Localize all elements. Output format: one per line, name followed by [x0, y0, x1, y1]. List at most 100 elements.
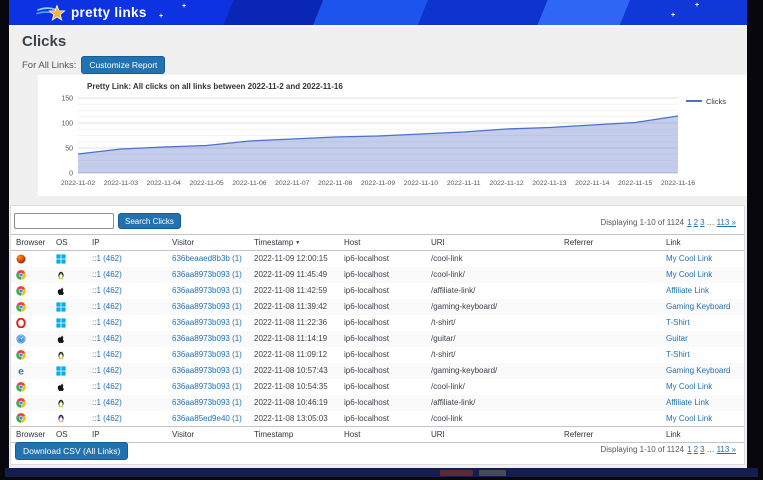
last-page-link[interactable]: 113 »: [717, 218, 736, 227]
ip-link[interactable]: ::1 (462): [92, 398, 122, 407]
cell-os: [51, 267, 87, 283]
cell-visitor: 636aa8973b093 (1): [167, 379, 249, 395]
svg-text:100: 100: [61, 121, 73, 128]
svg-text:2022-11-03: 2022-11-03: [104, 180, 138, 187]
cell-browser: [11, 347, 51, 363]
column-header-os: OS: [51, 235, 87, 251]
table-row: ::1 (462)636aa8973b093 (1)2022-11-08 10:…: [11, 379, 744, 395]
visitor-link[interactable]: 636aa8973b093 (1): [172, 366, 242, 375]
column-header-visitor: Visitor: [167, 427, 249, 443]
pagination-bottom: Displaying 1-10 of 1124 123…113 »: [601, 445, 738, 454]
cell-visitor: 636aa8973b093 (1): [167, 283, 249, 299]
cell-visitor: 636aa8973b093 (1): [167, 363, 249, 379]
chrome-icon: [16, 302, 26, 312]
cell-timestamp: 2022-11-08 11:39:42: [249, 299, 339, 315]
column-header-uri: URI: [426, 427, 559, 443]
svg-text:2022-11-08: 2022-11-08: [318, 180, 352, 187]
clicks-table: BrowserOSIPVisitorTimestamp▼HostURIRefer…: [11, 234, 744, 443]
pretty-link[interactable]: Gaming Keyboard: [666, 302, 730, 311]
cell-uri: /cool-link/: [426, 267, 559, 283]
visitor-link[interactable]: 636aa85ed9e40 (1): [172, 414, 242, 423]
ip-link[interactable]: ::1 (462): [92, 286, 122, 295]
ip-link[interactable]: ::1 (462): [92, 366, 122, 375]
pretty-link[interactable]: T-Shirt: [666, 318, 690, 327]
ip-link[interactable]: ::1 (462): [92, 254, 122, 263]
column-header-timestamp[interactable]: Timestamp▼: [249, 235, 339, 251]
visitor-link[interactable]: 636aa8973b093 (1): [172, 286, 242, 295]
cell-timestamp: 2022-11-08 13:05:03: [249, 411, 339, 427]
cell-referrer: [559, 395, 661, 411]
page-link-1[interactable]: 1: [687, 445, 691, 454]
visitor-link[interactable]: 636beaaed8b3b (1): [172, 254, 242, 263]
visitor-link[interactable]: 636aa8973b093 (1): [172, 318, 242, 327]
cell-host: ip6-localhost: [339, 267, 426, 283]
search-clicks-button[interactable]: Search Clicks: [118, 213, 181, 229]
visitor-link[interactable]: 636aa8973b093 (1): [172, 334, 242, 343]
ip-link[interactable]: ::1 (462): [92, 382, 122, 391]
windows-icon: [56, 302, 66, 312]
pretty-link[interactable]: My Cool Link: [666, 382, 712, 391]
download-csv-button[interactable]: Download CSV (All Links): [15, 442, 128, 460]
page-link-2[interactable]: 2: [694, 445, 698, 454]
svg-text:2022-11-11: 2022-11-11: [447, 180, 481, 187]
customize-report-button[interactable]: Customize Report: [81, 56, 165, 74]
pretty-link[interactable]: Affiliate Link: [666, 398, 709, 407]
ip-link[interactable]: ::1 (462): [92, 414, 122, 423]
cell-uri: /gaming-keyboard/: [426, 363, 559, 379]
pretty-link[interactable]: My Cool Link: [666, 254, 712, 263]
visitor-link[interactable]: 636aa8973b093 (1): [172, 350, 242, 359]
svg-text:Clicks: Clicks: [706, 97, 726, 106]
cell-uri: /t-shirt/: [426, 347, 559, 363]
visitor-link[interactable]: 636aa8973b093 (1): [172, 302, 242, 311]
visitor-link[interactable]: 636aa8973b093 (1): [172, 398, 242, 407]
pretty-link[interactable]: Affiliate Link: [666, 286, 709, 295]
svg-text:2022-11-15: 2022-11-15: [618, 180, 652, 187]
table-row: ::1 (462)636aa8973b093 (1)2022-11-08 11:…: [11, 283, 744, 299]
page-link-2[interactable]: 2: [694, 218, 698, 227]
last-page-link[interactable]: 113 »: [717, 445, 736, 454]
pretty-link[interactable]: T-Shirt: [666, 350, 690, 359]
ip-link[interactable]: ::1 (462): [92, 318, 122, 327]
cell-link: T-Shirt: [661, 347, 744, 363]
chrome-icon: [16, 398, 26, 408]
cell-link: My Cool Link: [661, 411, 744, 427]
cell-os: [51, 251, 87, 267]
search-input[interactable]: [14, 213, 114, 229]
cell-os: [51, 379, 87, 395]
cell-visitor: 636aa8973b093 (1): [167, 267, 249, 283]
admin-page: pretty links + + + + Clicks For All Link…: [9, 0, 747, 468]
cell-link: My Cool Link: [661, 251, 744, 267]
page-link-3[interactable]: 3: [700, 445, 704, 454]
firefox-icon: [16, 254, 26, 264]
ip-link[interactable]: ::1 (462): [92, 350, 122, 359]
pretty-link[interactable]: My Cool Link: [666, 270, 712, 279]
table-header-row: BrowserOSIPVisitorTimestamp▼HostURIRefer…: [11, 235, 744, 251]
cell-uri: /affiliate-link/: [426, 283, 559, 299]
sparkle-icon: +: [182, 3, 186, 10]
cell-referrer: [559, 299, 661, 315]
visitor-link[interactable]: 636aa8973b093 (1): [172, 382, 242, 391]
ip-link[interactable]: ::1 (462): [92, 302, 122, 311]
column-header-host: Host: [339, 235, 426, 251]
pretty-link[interactable]: My Cool Link: [666, 414, 712, 423]
opera-icon: [16, 318, 26, 328]
ip-link[interactable]: ::1 (462): [92, 270, 122, 279]
cell-host: ip6-localhost: [339, 251, 426, 267]
visitor-link[interactable]: 636aa8973b093 (1): [172, 270, 242, 279]
pretty-links-logo: pretty links: [36, 4, 147, 22]
cell-visitor: 636beaaed8b3b (1): [167, 251, 249, 267]
pretty-link[interactable]: Guitar: [666, 334, 688, 343]
cell-link: My Cool Link: [661, 379, 744, 395]
column-header-uri: URI: [426, 235, 559, 251]
cell-ip: ::1 (462): [87, 411, 167, 427]
pagination-links: 123…113 »: [686, 218, 737, 227]
cell-host: ip6-localhost: [339, 315, 426, 331]
page-link-3[interactable]: 3: [700, 218, 704, 227]
ip-link[interactable]: ::1 (462): [92, 334, 122, 343]
pretty-link[interactable]: Gaming Keyboard: [666, 366, 730, 375]
svg-text:150: 150: [61, 96, 73, 103]
svg-text:2022-11-12: 2022-11-12: [489, 180, 523, 187]
sort-desc-icon: ▼: [295, 240, 300, 246]
cell-host: ip6-localhost: [339, 299, 426, 315]
page-link-1[interactable]: 1: [687, 218, 691, 227]
